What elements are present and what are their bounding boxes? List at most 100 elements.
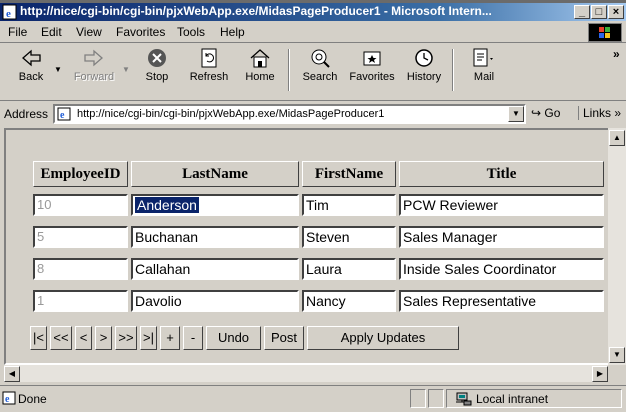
svg-text:e: e	[6, 8, 11, 20]
table-row: 5 Buchanan Steven Sales Manager	[33, 222, 604, 251]
title-field[interactable]: PCW Reviewer	[399, 193, 604, 216]
svg-text:e: e	[5, 394, 10, 405]
refresh-icon	[201, 48, 217, 68]
ie-page-icon: e	[2, 4, 17, 20]
menu-help[interactable]: Help	[220, 25, 245, 39]
undo-button[interactable]: Undo	[206, 326, 261, 350]
employee-grid: EmployeeID LastName FirstName Title 10 A…	[30, 158, 607, 318]
back-dropdown-icon[interactable]: ▼	[54, 65, 62, 74]
menu-tools[interactable]: Tools	[177, 25, 205, 39]
ie-page-icon: e	[57, 107, 71, 121]
selected-text: Anderson	[135, 196, 199, 213]
minimize-button[interactable]: _	[574, 5, 590, 19]
apply-updates-button[interactable]: Apply Updates	[307, 326, 459, 350]
status-text: Done	[18, 392, 47, 406]
address-label: Address	[4, 107, 49, 121]
firstname-field[interactable]: Nancy	[302, 289, 396, 312]
menu-bar: File Edit View Favorites Tools Help	[0, 22, 626, 43]
status-pane	[410, 389, 426, 408]
lastname-field[interactable]: Callahan	[131, 257, 299, 280]
employeeid-field[interactable]: 10	[33, 193, 128, 216]
stop-button[interactable]: Stop	[134, 47, 180, 95]
mail-button[interactable]: Mail	[462, 47, 506, 95]
links-button[interactable]: Links »	[578, 106, 621, 120]
next-page-button[interactable]: >>	[115, 326, 137, 350]
scroll-down-arrow-icon[interactable]: ▼	[609, 347, 625, 363]
history-icon	[415, 49, 433, 67]
history-button[interactable]: History	[402, 47, 446, 95]
zone-label: Local intranet	[476, 392, 549, 406]
page-content: EmployeeID LastName FirstName Title 10 A…	[4, 128, 610, 365]
home-button[interactable]: Home	[238, 47, 282, 95]
firstname-field[interactable]: Laura	[302, 257, 396, 280]
title-field[interactable]: Sales Representative	[399, 289, 604, 312]
toolbar-separator	[288, 49, 290, 91]
lastname-field[interactable]: Buchanan	[131, 225, 299, 248]
next-record-button[interactable]: >	[95, 326, 112, 350]
delete-record-button[interactable]: -	[183, 326, 203, 350]
address-input[interactable]: e http://nice/cgi-bin/cgi-bin/pjxWebApp.…	[53, 104, 526, 124]
favorites-icon	[363, 51, 381, 66]
refresh-button[interactable]: Refresh	[184, 47, 234, 95]
lastname-field[interactable]: Anderson	[131, 193, 299, 216]
prior-record-button[interactable]: <	[75, 326, 92, 350]
title-field[interactable]: Sales Manager	[399, 225, 604, 248]
menu-view[interactable]: View	[76, 25, 102, 39]
lastname-field[interactable]: Davolio	[131, 289, 299, 312]
back-button[interactable]: Back	[6, 47, 56, 95]
firstname-field[interactable]: Steven	[302, 225, 396, 248]
table-row: 8 Callahan Laura Inside Sales Coordinato…	[33, 254, 604, 283]
toolbar-separator	[452, 49, 454, 91]
menu-file[interactable]: File	[8, 25, 27, 39]
menu-edit[interactable]: Edit	[41, 25, 62, 39]
employeeid-field[interactable]: 5	[33, 225, 128, 248]
close-button[interactable]: ×	[608, 5, 624, 19]
standard-toolbar: Back ▼ Forward ▼ Stop Refresh Home Searc…	[0, 43, 626, 101]
scrollbar-corner	[608, 365, 626, 382]
post-button[interactable]: Post	[264, 326, 304, 350]
scroll-right-arrow-icon[interactable]: ▶	[592, 366, 608, 382]
column-header-lastname: LastName	[131, 161, 299, 187]
first-record-button[interactable]: |<	[30, 326, 47, 350]
address-dropdown-icon[interactable]: ▼	[508, 106, 524, 122]
insert-record-button[interactable]: +	[160, 326, 180, 350]
prior-page-button[interactable]: <<	[50, 326, 72, 350]
employeeid-field[interactable]: 8	[33, 257, 128, 280]
status-pane	[428, 389, 444, 408]
table-row: 10 Anderson Tim PCW Reviewer	[33, 190, 604, 219]
grid-header-row: EmployeeID LastName FirstName Title	[33, 161, 604, 187]
title-bar[interactable]: e http://nice/cgi-bin/cgi-bin/pjxWebApp.…	[0, 3, 626, 21]
favorites-button[interactable]: Favorites	[344, 47, 400, 95]
back-arrow-icon	[22, 49, 41, 67]
go-arrow-icon: ↪	[531, 106, 542, 120]
address-bar: Address e http://nice/cgi-bin/cgi-bin/pj…	[0, 101, 626, 126]
ie-page-icon: e	[2, 391, 16, 405]
local-intranet-icon	[456, 392, 472, 406]
go-button[interactable]: ↪ Go	[531, 106, 560, 120]
address-url: http://nice/cgi-bin/cgi-bin/pjxWebApp.ex…	[77, 108, 385, 120]
forward-button[interactable]: Forward	[66, 47, 122, 95]
firstname-field[interactable]: Tim	[302, 193, 396, 216]
last-record-button[interactable]: >|	[140, 326, 157, 350]
stop-icon	[148, 49, 166, 67]
title-field[interactable]: Inside Sales Coordinator	[399, 257, 604, 280]
search-button[interactable]: Search	[296, 47, 344, 95]
forward-dropdown-icon[interactable]: ▼	[122, 65, 130, 74]
toolbar-overflow-chevron-icon[interactable]: »	[613, 47, 620, 61]
maximize-button[interactable]: □	[591, 5, 607, 19]
horizontal-scrollbar[interactable]: ◀ ▶	[4, 365, 608, 382]
table-row: 1 Davolio Nancy Sales Representative	[33, 286, 604, 315]
forward-arrow-icon	[84, 49, 103, 67]
windows-logo-icon	[588, 23, 622, 42]
scroll-up-arrow-icon[interactable]: ▲	[609, 130, 625, 146]
menu-favorites[interactable]: Favorites	[116, 25, 165, 39]
window-title: http://nice/cgi-bin/cgi-bin/pjxWebApp.ex…	[20, 4, 492, 18]
employeeid-field[interactable]: 1	[33, 289, 128, 312]
scroll-left-arrow-icon[interactable]: ◀	[4, 366, 20, 382]
svg-text:e: e	[60, 110, 65, 121]
search-icon	[311, 49, 330, 68]
column-header-employeeid: EmployeeID	[33, 161, 128, 187]
vertical-scrollbar[interactable]: ▲ ▼	[608, 128, 626, 365]
column-header-firstname: FirstName	[302, 161, 396, 187]
home-icon	[250, 49, 270, 68]
